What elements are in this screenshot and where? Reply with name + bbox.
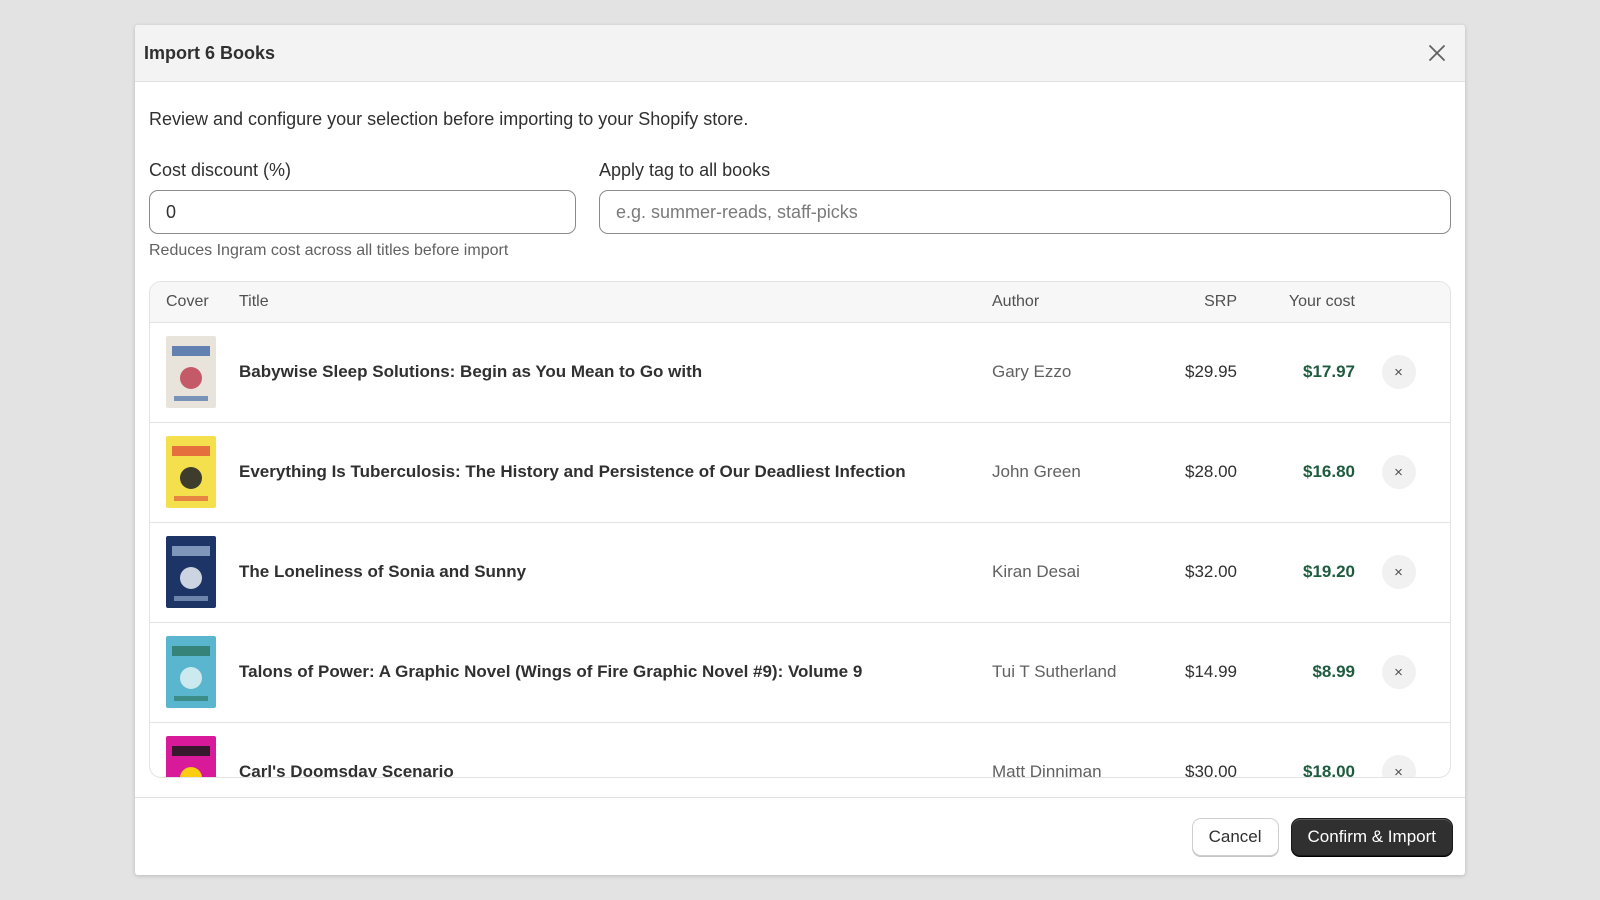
book-cover-image [166,736,216,777]
book-title: Babywise Sleep Solutions: Begin as You M… [239,322,992,423]
discount-field: Cost discount (%) Reduces Ingram cost ac… [149,160,576,260]
cover-cell [150,322,239,423]
book-author: Gary Ezzo [992,322,1157,423]
discount-label: Cost discount (%) [149,160,292,180]
cancel-button[interactable]: Cancel [1191,817,1279,856]
table-row: The Loneliness of Sonia and Sunny Kiran D… [150,522,1450,623]
confirm-import-button[interactable]: Confirm & Import [1290,817,1453,856]
remove-icon: × [1394,763,1403,778]
book-srp: $14.99 [1157,622,1237,723]
remove-row-button[interactable]: × [1381,555,1416,589]
table-row: Carl's Doomsday Scenario Matt Dinniman $30… [150,722,1450,778]
book-cover-image [166,536,216,608]
book-cover-image [166,336,216,408]
header-author: Author [992,282,1157,323]
config-fields: Cost discount (%) Reduces Ingram cost ac… [149,160,1451,260]
remove-cell: × [1355,322,1450,423]
book-title: Talons of Power: A Graphic Novel (Wings … [239,622,992,723]
cover-cell [150,722,239,777]
remove-icon: × [1394,663,1403,681]
books-table: Cover Title Author SRP Your cost Babywis… [150,282,1450,778]
import-modal: Import 6 Books Review and configure your… [135,25,1465,875]
remove-icon: × [1394,363,1403,381]
cover-cell [150,622,239,723]
tag-field: Apply tag to all books [599,160,1451,260]
book-author: Tui T Sutherland [992,622,1157,723]
intro-text: Review and configure your selection befo… [149,109,749,129]
modal-title: Import 6 Books [144,42,276,63]
header-cost: Your cost [1237,282,1355,323]
book-cost: $17.97 [1237,322,1355,423]
remove-cell: × [1355,722,1450,778]
book-title: Carl's Doomsday Scenario [239,722,992,777]
book-author: Matt Dinniman [992,722,1157,777]
book-srp: $28.00 [1157,422,1237,523]
remove-cell: × [1355,622,1450,723]
discount-help: Reduces Ingram cost across all titles be… [149,242,509,259]
cover-cell [150,422,239,523]
table-row: Babywise Sleep Solutions: Begin as You M… [150,322,1450,423]
book-cost: $19.20 [1237,522,1355,623]
remove-cell: × [1355,422,1450,523]
header-cover: Cover [150,282,239,323]
close-button[interactable] [1423,39,1451,67]
remove-row-button[interactable]: × [1381,755,1416,778]
book-cost: $18.00 [1237,722,1355,777]
book-title: The Loneliness of Sonia and Sunny [239,522,992,623]
tag-input[interactable] [599,190,1451,234]
remove-icon: × [1394,463,1403,481]
table-body: Babywise Sleep Solutions: Begin as You M… [150,322,1450,778]
book-author: Kiran Desai [992,522,1157,623]
table-row: Talons of Power: A Graphic Novel (Wings … [150,622,1450,723]
remove-row-button[interactable]: × [1381,355,1416,389]
remove-cell: × [1355,522,1450,623]
book-srp: $29.95 [1157,322,1237,423]
book-author: John Green [992,422,1157,523]
modal-footer: Cancel Confirm & Import [135,797,1465,875]
books-table-container[interactable]: Cover Title Author SRP Your cost Babywis… [149,281,1451,778]
remove-row-button[interactable]: × [1381,455,1416,489]
book-srp: $32.00 [1157,522,1237,623]
table-header-row: Cover Title Author SRP Your cost [150,282,1450,323]
header-remove [1355,282,1450,323]
modal-header: Import 6 Books [135,25,1465,82]
remove-icon: × [1394,563,1403,581]
book-cover-image [166,436,216,508]
book-cost: $16.80 [1237,422,1355,523]
header-srp: SRP [1157,282,1237,323]
book-title: Everything Is Tuberculosis: The History … [239,422,992,523]
cover-cell [150,522,239,623]
book-cover-image [166,636,216,708]
tag-label: Apply tag to all books [599,160,771,180]
book-cost: $8.99 [1237,622,1355,723]
remove-row-button[interactable]: × [1381,655,1416,689]
close-icon [1429,45,1445,61]
modal-body: Review and configure your selection befo… [135,109,1465,778]
discount-input[interactable] [149,190,576,234]
table-row: Everything Is Tuberculosis: The History … [150,422,1450,523]
header-title: Title [239,282,992,323]
book-srp: $30.00 [1157,722,1237,777]
